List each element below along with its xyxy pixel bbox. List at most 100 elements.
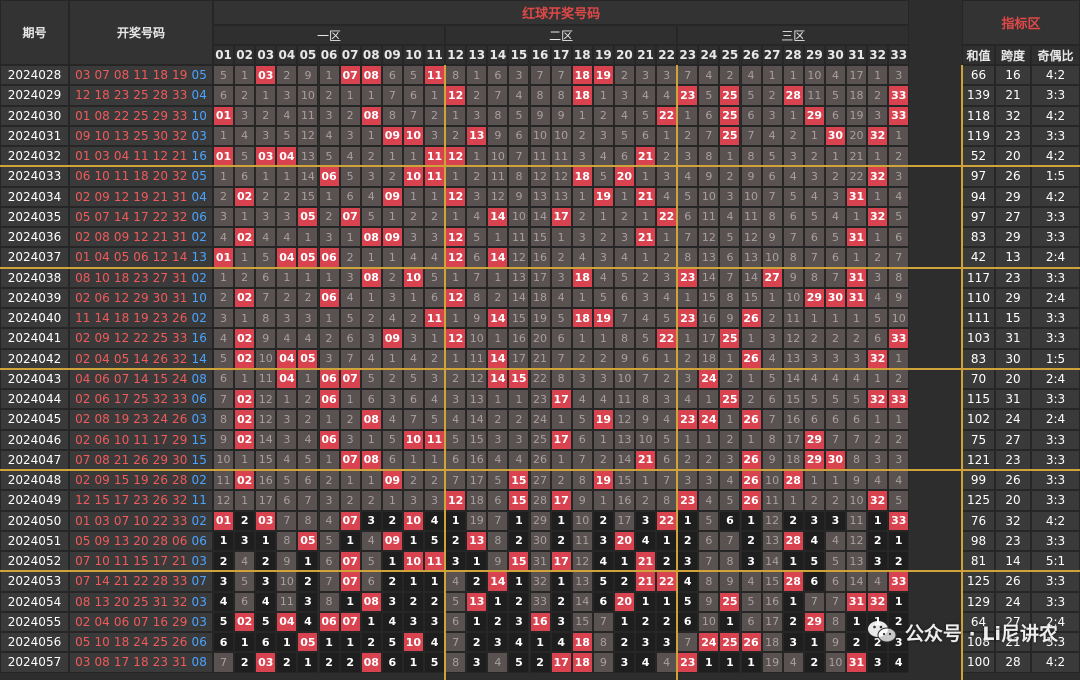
miss-cell: 1 (867, 409, 889, 430)
miss-cell: 10 (487, 146, 509, 167)
hit-cell: 02 (234, 328, 256, 349)
hit-cell: 07 (339, 611, 361, 632)
miss-cell: 4 (318, 510, 340, 531)
miss-cell: 2 (381, 571, 403, 592)
hit-cell: 03 (255, 65, 277, 86)
miss-cell: 4 (297, 328, 319, 349)
miss-cell: 1 (635, 206, 657, 227)
miss-cell: 22 (846, 166, 868, 187)
hit-cell: 17 (550, 429, 572, 450)
miss-cell: 5 (508, 105, 530, 126)
miss-cell: 1 (529, 632, 551, 653)
index-sum-cell: 108 (962, 632, 995, 653)
hit-cell: 20 (613, 591, 635, 612)
miss-cell: 1 (782, 490, 804, 511)
miss-cell: 19 (466, 510, 488, 531)
miss-cell: 13 (761, 530, 783, 551)
miss-cell: 2 (761, 85, 783, 106)
miss-cell: 1 (234, 206, 256, 227)
miss-cell: 2 (550, 470, 572, 491)
period-header: 期号 (0, 0, 69, 65)
miss-cell: 10 (297, 85, 319, 106)
index-span-cell: 27 (995, 429, 1031, 450)
miss-cell: 14 (571, 591, 593, 612)
hit-cell: 32 (867, 591, 889, 612)
miss-cell: 3 (592, 530, 614, 551)
miss-cell: 1 (656, 125, 678, 146)
miss-cell: 10 (888, 308, 910, 329)
hit-cell: 02 (234, 348, 256, 369)
miss-cell: 5 (213, 348, 235, 369)
hit-cell: 03 (255, 652, 277, 673)
blue-number: 06 (191, 392, 207, 407)
miss-cell: 4 (592, 146, 614, 167)
hit-cell: 26 (740, 348, 762, 369)
blue-number: 05 (191, 169, 207, 184)
period-cell: 2024045 (0, 409, 69, 430)
miss-cell: 9 (782, 267, 804, 288)
miss-cell: 4 (782, 166, 804, 187)
miss-cell: 16 (782, 409, 804, 430)
miss-cell: 3 (297, 308, 319, 329)
miss-cell: 3 (888, 65, 910, 86)
miss-cell: 3 (677, 470, 699, 491)
hit-cell: 25 (719, 389, 741, 410)
hit-cell: 18 (571, 308, 593, 329)
index-ratio-cell: 1:5 (1031, 348, 1080, 369)
miss-cell: 4 (656, 85, 678, 106)
miss-cell: 10 (761, 470, 783, 491)
blue-number: 11 (191, 493, 207, 508)
miss-cell: 8 (508, 166, 530, 187)
miss-cell: 2 (782, 125, 804, 146)
miss-cell: 5 (846, 389, 868, 410)
miss-cell: 1 (466, 551, 488, 572)
miss-cell: 1 (740, 368, 762, 389)
miss-cell: 5 (888, 206, 910, 227)
miss-cell: 5 (339, 166, 361, 187)
miss-cell: 4 (297, 611, 319, 632)
miss-cell: 4 (381, 611, 403, 632)
miss-cell: 7 (761, 186, 783, 207)
miss-cell: 1 (740, 652, 762, 673)
miss-cell: 7 (445, 470, 467, 491)
hit-cell: 06 (318, 287, 340, 308)
index-span-cell: 29 (995, 186, 1031, 207)
miss-cell: 17 (782, 429, 804, 450)
miss-cell: 1 (255, 166, 277, 187)
blue-number: 16 (191, 149, 207, 164)
miss-cell: 8 (487, 530, 509, 551)
red-numbers: 04 06 07 14 15 24 (75, 371, 188, 386)
index-ratio-cell: 2:4 (1031, 409, 1080, 430)
miss-cell: 1 (360, 287, 382, 308)
miss-cell: 6 (381, 449, 403, 470)
miss-cell: 1 (381, 146, 403, 167)
index-span-cell: 16 (995, 65, 1031, 86)
miss-cell: 1 (824, 146, 846, 167)
miss-cell: 1 (339, 389, 361, 410)
hit-cell: 18 (571, 632, 593, 653)
miss-cell: 1 (550, 227, 572, 248)
miss-cell: 13 (782, 348, 804, 369)
hit-cell: 10 (402, 267, 424, 288)
hit-cell: 10 (402, 632, 424, 653)
miss-cell: 16 (508, 328, 530, 349)
hit-cell: 03 (255, 510, 277, 531)
miss-cell: 2 (297, 571, 319, 592)
miss-cell: 19 (529, 308, 551, 329)
index-sum-cell: 110 (962, 287, 995, 308)
miss-cell: 1 (297, 652, 319, 673)
period-cell: 2024039 (0, 287, 69, 308)
miss-cell: 6 (213, 368, 235, 389)
miss-cell: 1 (487, 267, 509, 288)
miss-cell: 1 (761, 287, 783, 308)
miss-cell: 2 (318, 328, 340, 349)
miss-cell: 3 (402, 227, 424, 248)
period-cell: 2024055 (0, 611, 69, 632)
miss-cell: 18 (698, 348, 720, 369)
miss-cell: 5 (276, 470, 298, 491)
miss-cell: 12 (761, 510, 783, 531)
miss-cell: 7 (740, 125, 762, 146)
miss-cell: 4 (761, 125, 783, 146)
blue-number: 14 (191, 351, 207, 366)
hit-cell: 09 (381, 125, 403, 146)
